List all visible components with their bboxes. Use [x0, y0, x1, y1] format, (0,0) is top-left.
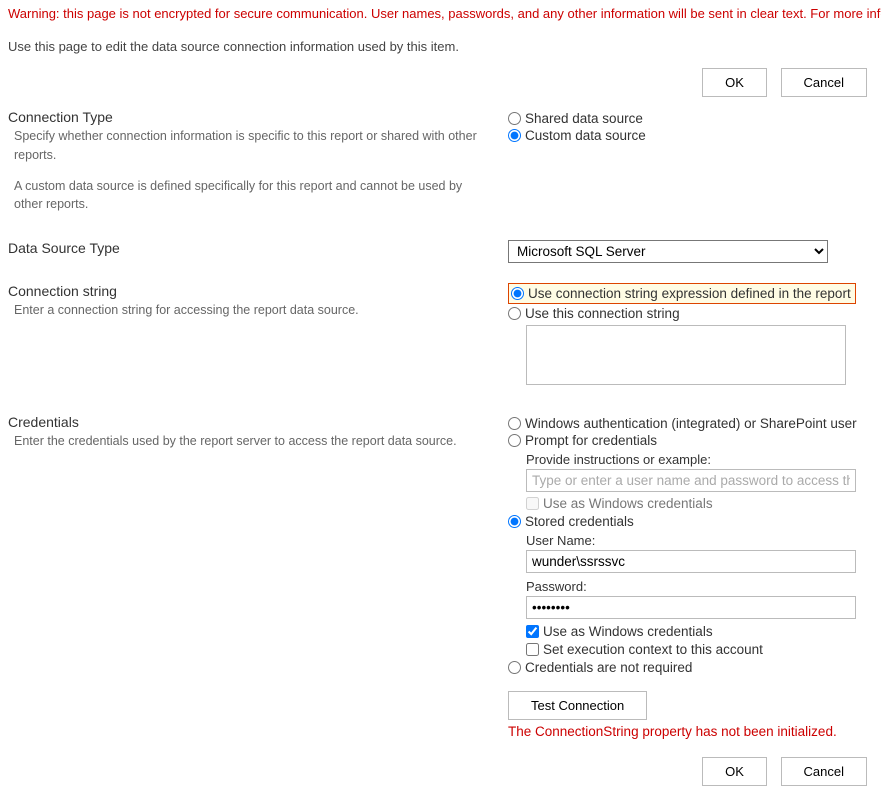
stored-credentials-radio-input[interactable]	[508, 515, 521, 528]
conn-use-this-radio[interactable]: Use this connection string	[508, 306, 873, 321]
warning-banner: Warning: this page is not encrypted for …	[0, 0, 881, 25]
custom-radio-input[interactable]	[508, 129, 521, 142]
username-label: User Name:	[526, 533, 873, 548]
windows-auth-radio[interactable]: Windows authentication (integrated) or S…	[508, 416, 873, 431]
connection-string-textarea[interactable]	[526, 325, 846, 385]
password-input[interactable]	[526, 596, 856, 619]
cancel-button-top[interactable]: Cancel	[781, 68, 867, 97]
prompt-instructions-input[interactable]	[526, 469, 856, 492]
stored-credentials-radio-label: Stored credentials	[525, 514, 634, 529]
custom-radio-label: Custom data source	[525, 128, 646, 143]
connection-string-desc: Enter a connection string for accessing …	[8, 301, 488, 320]
custom-data-source-radio[interactable]: Custom data source	[508, 128, 873, 143]
top-button-row: OK Cancel	[0, 60, 881, 105]
credentials-not-required-radio-label: Credentials are not required	[525, 660, 692, 675]
credentials-desc: Enter the credentials used by the report…	[8, 432, 488, 451]
conn-expression-radio-input[interactable]	[511, 287, 524, 300]
prompt-instructions-label: Provide instructions or example:	[526, 452, 873, 467]
intro-text: Use this page to edit the data source co…	[0, 25, 881, 60]
data-source-type-title: Data Source Type	[8, 240, 488, 256]
password-label: Password:	[526, 579, 873, 594]
stored-use-windows-checkbox-input[interactable]	[526, 625, 539, 638]
data-source-type-select[interactable]: Microsoft SQL Server	[508, 240, 828, 263]
set-execution-context-checkbox-label: Set execution context to this account	[543, 642, 763, 657]
stored-credentials-radio[interactable]: Stored credentials	[508, 514, 873, 529]
prompt-use-windows-checkbox-label: Use as Windows credentials	[543, 496, 713, 511]
shared-radio-label: Shared data source	[525, 111, 643, 126]
prompt-credentials-radio[interactable]: Prompt for credentials	[508, 433, 873, 448]
connection-type-title: Connection Type	[8, 109, 488, 125]
shared-data-source-radio[interactable]: Shared data source	[508, 111, 873, 126]
username-input[interactable]	[526, 550, 856, 573]
cancel-button-bottom[interactable]: Cancel	[781, 757, 867, 786]
conn-expression-radio-label: Use connection string expression defined…	[528, 286, 851, 301]
test-connection-button[interactable]: Test Connection	[508, 691, 647, 720]
credentials-not-required-radio-input[interactable]	[508, 661, 521, 674]
windows-auth-radio-input[interactable]	[508, 417, 521, 430]
prompt-use-windows-checkbox[interactable]: Use as Windows credentials	[526, 496, 873, 511]
conn-string-expression-highlight: Use connection string expression defined…	[508, 283, 856, 304]
shared-radio-input[interactable]	[508, 112, 521, 125]
stored-use-windows-checkbox[interactable]: Use as Windows credentials	[526, 624, 873, 639]
prompt-credentials-radio-input[interactable]	[508, 434, 521, 447]
set-execution-context-checkbox[interactable]: Set execution context to this account	[526, 642, 873, 657]
connection-type-note: A custom data source is defined specific…	[8, 177, 488, 215]
bottom-button-row: OK Cancel	[0, 749, 881, 794]
set-execution-context-checkbox-input[interactable]	[526, 643, 539, 656]
prompt-credentials-radio-label: Prompt for credentials	[525, 433, 657, 448]
conn-expression-radio[interactable]: Use connection string expression defined…	[511, 286, 851, 301]
prompt-use-windows-checkbox-input[interactable]	[526, 497, 539, 510]
conn-use-this-radio-input[interactable]	[508, 307, 521, 320]
ok-button-bottom[interactable]: OK	[702, 757, 767, 786]
connection-string-title: Connection string	[8, 283, 488, 299]
ok-button-top[interactable]: OK	[702, 68, 767, 97]
windows-auth-radio-label: Windows authentication (integrated) or S…	[525, 416, 857, 431]
credentials-not-required-radio[interactable]: Credentials are not required	[508, 660, 873, 675]
credentials-title: Credentials	[8, 414, 488, 430]
stored-use-windows-checkbox-label: Use as Windows credentials	[543, 624, 713, 639]
connection-type-desc: Specify whether connection information i…	[8, 127, 488, 165]
conn-use-this-radio-label: Use this connection string	[525, 306, 680, 321]
